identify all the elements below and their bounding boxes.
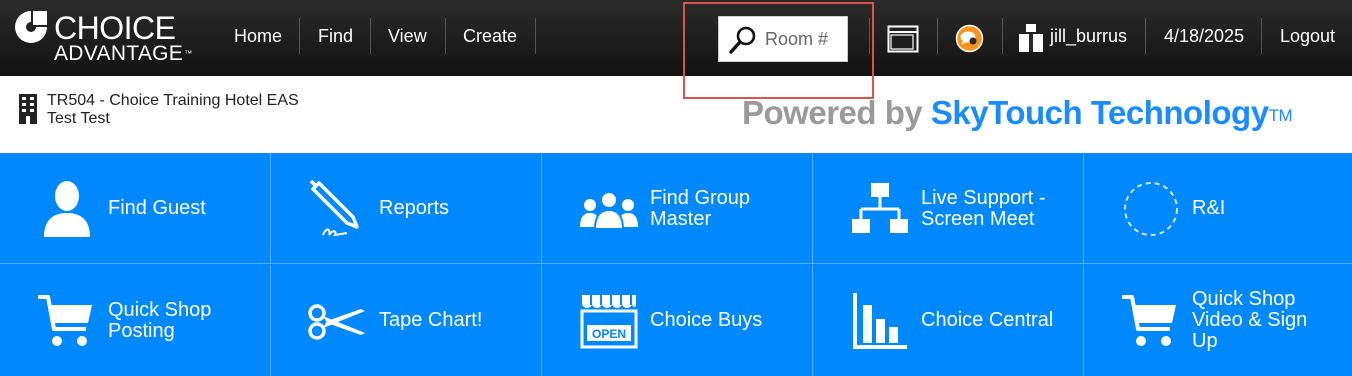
tile-label: R&I: [1192, 197, 1226, 219]
scissors-icon: [308, 304, 365, 340]
nav-divider: [937, 18, 938, 54]
nav-divider: [370, 18, 371, 54]
nav-divider: [1261, 18, 1262, 54]
nav-divider: [1145, 18, 1146, 54]
tile-label: Find Group Master: [650, 186, 751, 230]
skytouch-brand: SkyTouch Technology: [930, 94, 1269, 131]
hotel-building-icon: [19, 94, 37, 124]
tile-find-guest[interactable]: Find Guest: [0, 153, 271, 264]
skytouch-trademark: TM: [1268, 106, 1293, 125]
tile-quick-shop-video[interactable]: Quick Shop Video & Sign Up: [1084, 265, 1352, 376]
tile-label: Live Support - Screen Meet: [921, 186, 1046, 230]
window-icon[interactable]: [887, 25, 919, 53]
tile-label: Quick Shop Posting: [108, 298, 212, 342]
svg-text:OPEN: OPEN: [592, 327, 626, 341]
hotel-user-name: Test Test: [47, 110, 110, 127]
choice-logo-icon: [15, 11, 47, 43]
logo-trademark: ™: [184, 49, 193, 58]
tile-quick-shop-posting[interactable]: Quick Shop Posting: [0, 265, 271, 376]
nav-divider: [535, 18, 536, 54]
support-chat-icon[interactable]: [955, 24, 984, 53]
logo-text-advantage: ADVANTAGE™: [54, 43, 192, 65]
open-store-icon: OPEN: [580, 295, 638, 349]
logo-advantage-label: ADVANTAGE: [54, 42, 184, 65]
current-date: 4/18/2025: [1164, 26, 1245, 46]
cart-icon: [1122, 295, 1176, 346]
nav-divider: [869, 18, 870, 54]
room-search-box[interactable]: [718, 16, 848, 62]
top-nav-bar: CHOICE ADVANTAGE™ Home Find View Create: [0, 0, 1352, 76]
nav-home[interactable]: Home: [234, 18, 282, 54]
logo-text-choice: CHOICE: [54, 10, 176, 46]
tile-find-group-master[interactable]: Find Group Master: [542, 153, 813, 264]
pen-signature-icon: [309, 179, 359, 237]
tile-grid: Find Guest Reports Find Group Master Liv…: [0, 153, 1352, 376]
nav-view[interactable]: View: [388, 18, 427, 54]
tile-label: Quick Shop Video & Sign Up: [1192, 288, 1308, 352]
tile-label: Choice Buys: [650, 309, 763, 331]
bar-chart-icon: [853, 293, 907, 349]
person-icon: [44, 181, 90, 237]
username: jill_burrus: [1050, 26, 1128, 46]
nav-find[interactable]: Find: [318, 18, 353, 54]
cart-icon: [38, 295, 92, 346]
room-number-input[interactable]: [765, 27, 845, 51]
nav-divider: [1002, 18, 1003, 54]
powered-by-banner: Powered by SkyTouch TechnologyTM: [742, 91, 1293, 135]
tile-label: Choice Central: [921, 309, 1054, 331]
tile-choice-central[interactable]: Choice Central: [813, 265, 1084, 376]
choice-advantage-logo[interactable]: CHOICE ADVANTAGE™: [14, 9, 204, 67]
dashed-circle-icon: [1124, 182, 1178, 236]
group-icon: [580, 191, 638, 230]
tile-live-support[interactable]: Live Support - Screen Meet: [813, 153, 1084, 264]
nav-divider: [445, 18, 446, 54]
tile-tape-chart[interactable]: Tape Chart!: [271, 265, 542, 376]
tile-r-and-i[interactable]: R&I: [1084, 153, 1352, 264]
tile-reports[interactable]: Reports: [271, 153, 542, 264]
tile-choice-buys[interactable]: OPEN Choice Buys: [542, 265, 813, 376]
tile-label: Tape Chart!: [379, 309, 483, 331]
logout-link[interactable]: Logout: [1280, 18, 1335, 54]
powered-by-label: Powered by: [742, 94, 923, 131]
nav-divider: [299, 18, 300, 54]
hotel-name: TR504 - Choice Training Hotel EAS: [47, 92, 299, 109]
tile-label: Reports: [379, 197, 450, 219]
nav-create[interactable]: Create: [463, 18, 517, 54]
tile-label: Find Guest: [108, 197, 206, 219]
search-icon: [729, 26, 756, 54]
user-icon: [1019, 24, 1043, 52]
org-chart-icon: [852, 183, 908, 233]
